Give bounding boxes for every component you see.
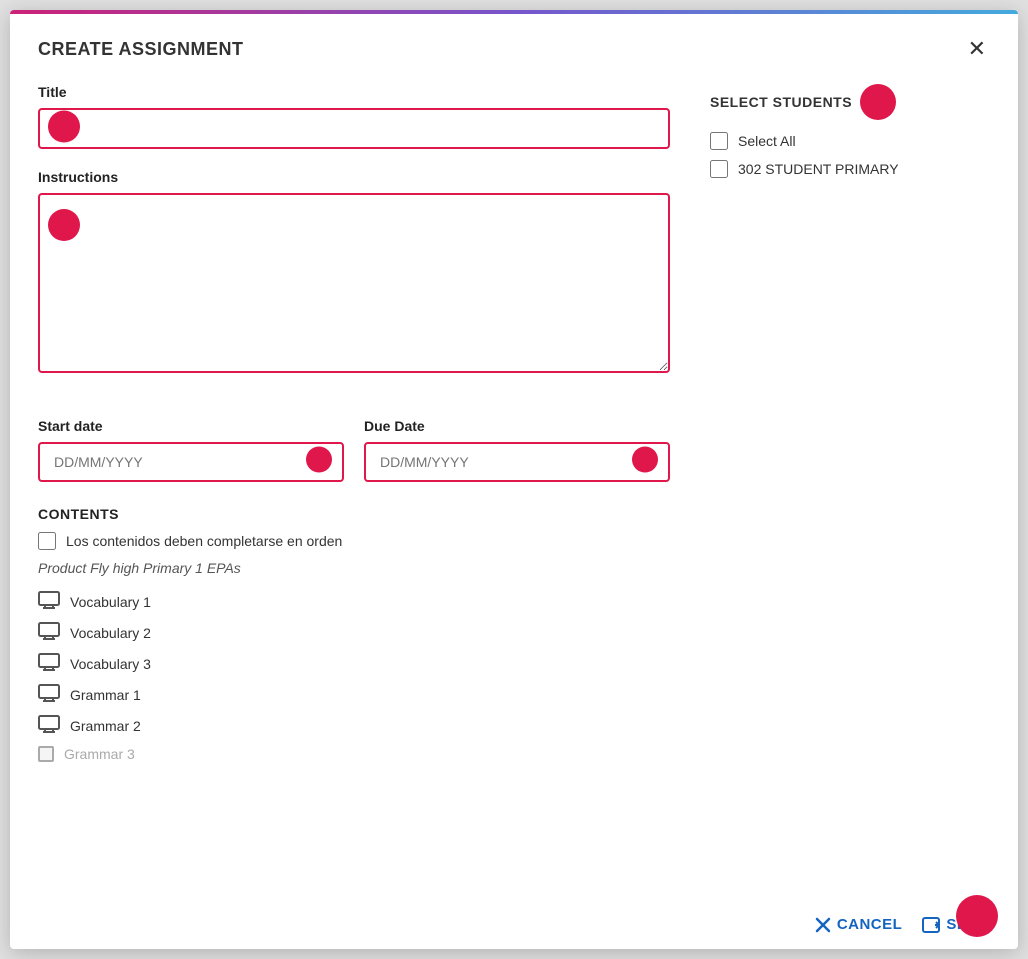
content-item-label-0: Vocabulary 1	[70, 594, 151, 610]
start-date-field: Start date	[38, 418, 344, 482]
cancel-button[interactable]: CANCEL	[815, 916, 903, 933]
monitor-icon-1	[38, 622, 60, 643]
send-icon	[922, 917, 940, 933]
contents-order-label: Los contenidos deben completarse en orde…	[66, 533, 342, 549]
content-item-label-3: Grammar 1	[70, 687, 141, 703]
date-row: Start date Due Date	[38, 418, 670, 482]
monitor-icon-4	[38, 715, 60, 736]
dialog-body: Title Instructions Start date	[10, 74, 1018, 900]
student-group-checkbox-0[interactable]	[710, 160, 728, 178]
contents-order-checkbox[interactable]	[38, 532, 56, 550]
student-group-row-0: 302 STUDENT PRIMARY	[710, 160, 990, 178]
footer-pink-dot	[956, 895, 998, 937]
content-item-5: Grammar 3	[38, 741, 670, 767]
instructions-textarea[interactable]	[38, 193, 670, 373]
content-item-label-1: Vocabulary 2	[70, 625, 151, 641]
student-group-label-0: 302 STUDENT PRIMARY	[738, 161, 899, 177]
start-date-input[interactable]	[38, 442, 344, 482]
dialog-title: CREATE ASSIGNMENT	[38, 39, 244, 60]
dialog-footer: CANCEL SEND	[10, 900, 1018, 949]
content-item-checkbox-5	[38, 746, 54, 762]
cancel-x-icon	[815, 917, 831, 933]
content-item-4: Grammar 2	[38, 710, 670, 741]
title-input-wrapper	[38, 108, 670, 149]
content-item-label-2: Vocabulary 3	[70, 656, 151, 672]
title-pink-dot	[48, 110, 80, 147]
right-column: SELECT STUDENTS Select All 302 STUDENT P…	[710, 84, 990, 880]
contents-label: CONTENTS	[38, 506, 670, 522]
instructions-pink-dot	[48, 209, 80, 246]
title-label: Title	[38, 84, 670, 100]
content-item-label-4: Grammar 2	[70, 718, 141, 734]
close-button[interactable]: ✕	[964, 34, 990, 64]
content-item-1: Vocabulary 2	[38, 617, 670, 648]
start-date-label: Start date	[38, 418, 344, 434]
select-all-label: Select All	[738, 133, 796, 149]
dialog-header: CREATE ASSIGNMENT ✕	[10, 14, 1018, 74]
content-item-label-5: Grammar 3	[64, 746, 135, 762]
product-title: Product Fly high Primary 1 EPAs	[38, 560, 670, 576]
cancel-label: CANCEL	[837, 916, 903, 933]
monitor-icon-2	[38, 653, 60, 674]
contents-order-row: Los contenidos deben completarse en orde…	[38, 532, 670, 550]
select-all-row: Select All	[710, 132, 990, 150]
due-date-label: Due Date	[364, 418, 670, 434]
title-input[interactable]	[38, 108, 670, 149]
content-item-0: Vocabulary 1	[38, 586, 670, 617]
due-date-wrapper	[364, 442, 670, 482]
due-date-field: Due Date	[364, 418, 670, 482]
monitor-icon-3	[38, 684, 60, 705]
contents-section: CONTENTS Los contenidos deben completars…	[38, 506, 670, 767]
content-item-2: Vocabulary 3	[38, 648, 670, 679]
content-item-3: Grammar 1	[38, 679, 670, 710]
select-all-checkbox[interactable]	[710, 132, 728, 150]
due-date-input[interactable]	[364, 442, 670, 482]
monitor-icon-0	[38, 591, 60, 612]
start-date-wrapper	[38, 442, 344, 482]
instructions-label: Instructions	[38, 169, 670, 185]
left-column: Title Instructions Start date	[38, 84, 670, 880]
create-assignment-dialog: CREATE ASSIGNMENT ✕ Title Instructions	[10, 10, 1018, 949]
students-section-title: SELECT STUDENTS	[710, 84, 990, 120]
students-pink-dot	[860, 84, 896, 120]
